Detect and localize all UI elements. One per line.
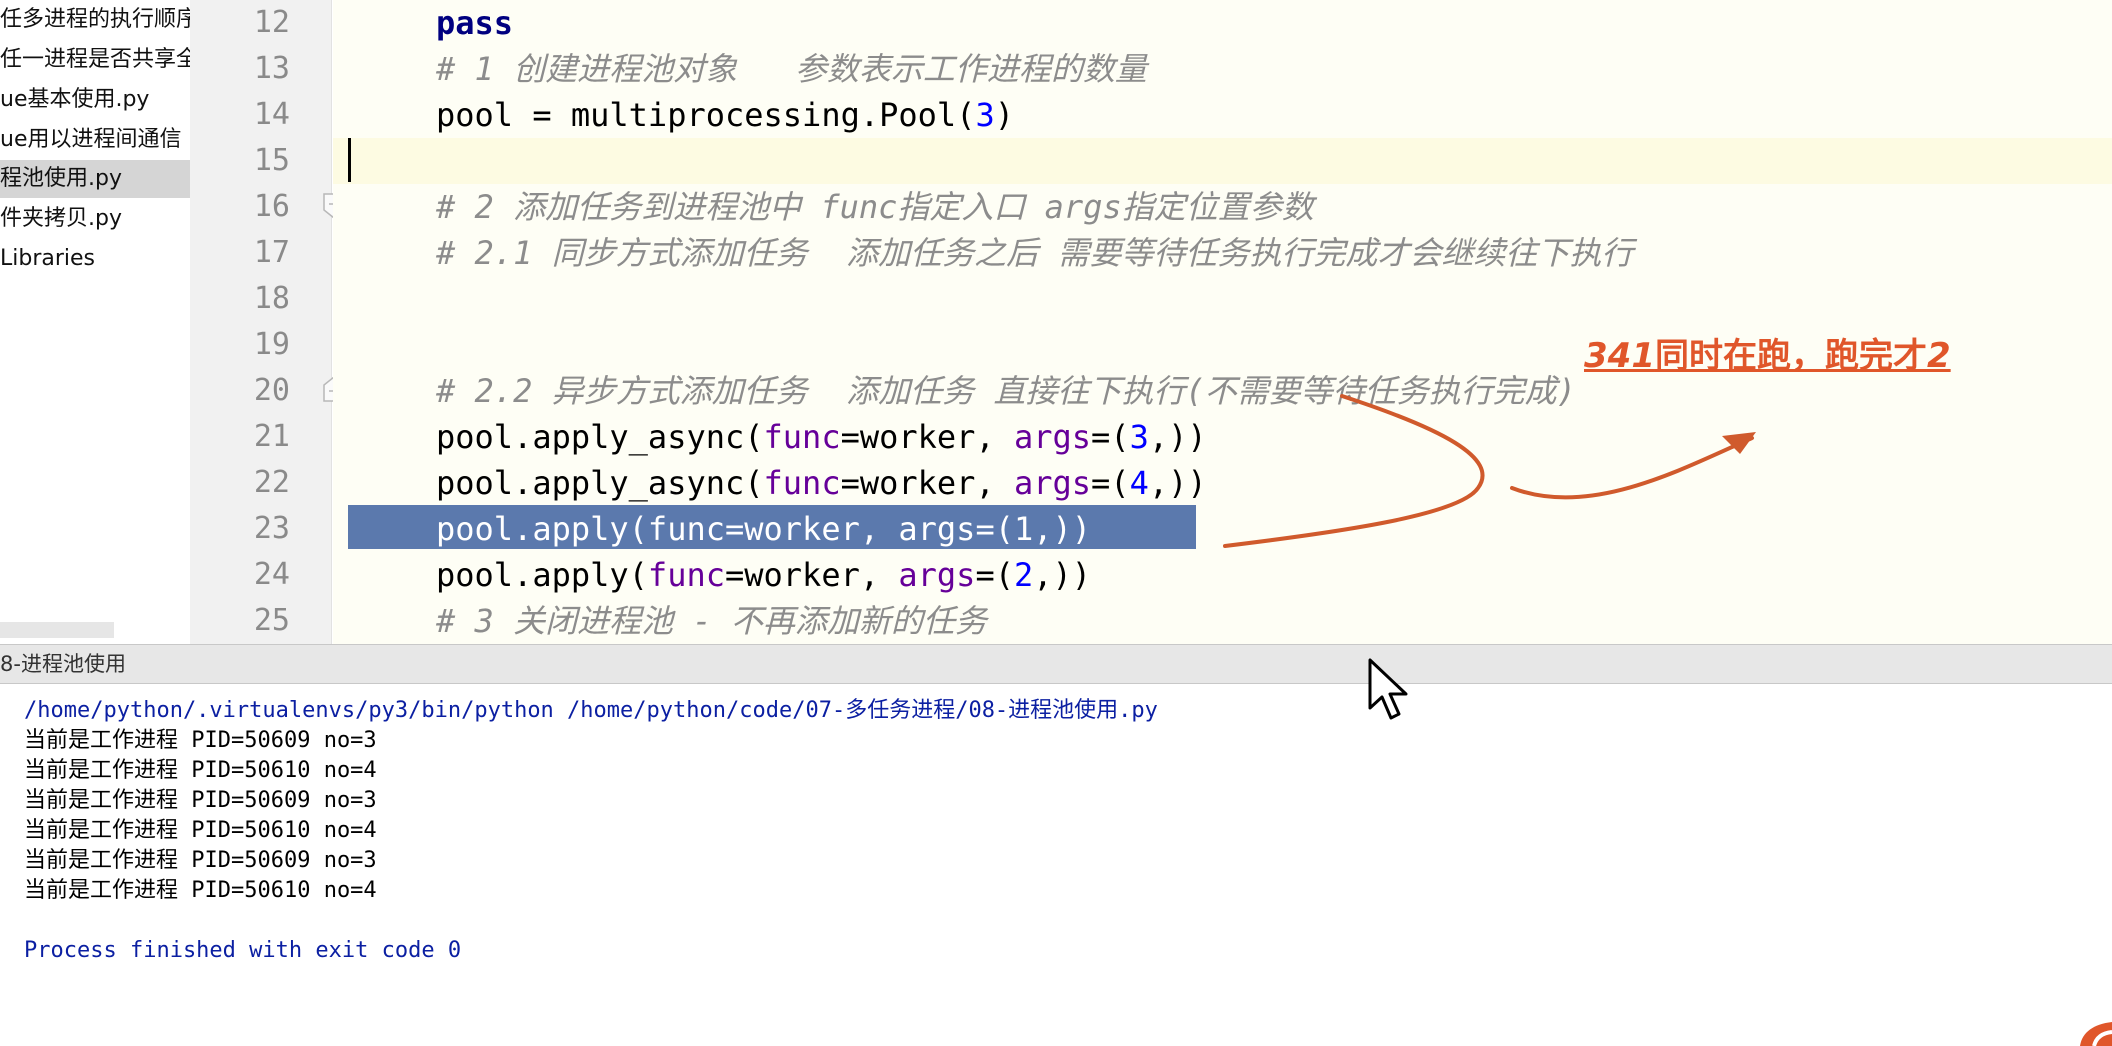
line-number: 24	[253, 557, 290, 592]
console-output-line: 当前是工作进程 PID=50610 no=4	[24, 818, 377, 843]
line-number: 23	[253, 511, 290, 546]
code-line-selected: pool.apply(func=worker, args=(1,))	[333, 506, 2112, 552]
sidebar-scrollbar[interactable]	[0, 622, 114, 638]
console-output-line: 当前是工作进程 PID=50609 no=3	[24, 728, 377, 753]
comment: # 1 创建进程池对象 参数表示工作进程的数量	[436, 50, 1147, 88]
line-number: 17	[253, 235, 290, 270]
param-name: func	[647, 556, 725, 594]
param-name: args	[898, 556, 976, 594]
code-text: )	[994, 96, 1014, 134]
corner-watermark-icon	[2080, 1022, 2112, 1046]
line-number: 15	[253, 143, 290, 178]
console-command: /home/python/.virtualenvs/py3/bin/python…	[24, 698, 1158, 723]
param-name: args	[1013, 464, 1092, 502]
line-number: 14	[253, 97, 290, 132]
tree-item[interactable]: 件夹拷贝.py	[0, 200, 190, 238]
run-console[interactable]: /home/python/.virtualenvs/py3/bin/python…	[0, 684, 2112, 1046]
code-text: =(	[975, 556, 1014, 594]
selected-code: pool.apply(func=worker, args=(1,))	[436, 510, 1092, 548]
comment: # 2 添加任务到进程池中 func指定入口 args指定位置参数	[436, 188, 1314, 226]
code-text: =worker,	[840, 418, 1014, 456]
comment: # 2.2 异步方式添加任务 添加任务 直接往下执行(不需要等待任务执行完成)	[436, 372, 1576, 410]
code-text: pool.apply(	[436, 556, 648, 594]
editor-gutter: 12 13 14 15 16 17 18 19 20 21 22 23 24 2…	[190, 0, 332, 644]
keyword: pass	[436, 4, 514, 42]
line-number: 12	[253, 5, 290, 40]
comment: # 2.1 同步方式添加任务 添加任务之后 需要等待任务执行完成才会继续往下执行	[436, 234, 1634, 272]
tree-item-libraries[interactable]: Libraries	[0, 240, 190, 278]
code-line: # 2 添加任务到进程池中 func指定入口 args指定位置参数	[333, 184, 2112, 230]
project-tree: 任多进程的执行顺序 任一进程是否共享全 ue基本使用.py ue用以进程间通信 …	[0, 0, 190, 644]
param-name: func	[763, 418, 841, 456]
code-text: =(	[1091, 418, 1130, 456]
run-panel-header[interactable]: 8-进程池使用	[0, 644, 2112, 684]
tree-item[interactable]: ue用以进程间通信	[0, 121, 190, 159]
run-tab-title[interactable]: 8-进程池使用	[0, 645, 126, 683]
line-number: 22	[253, 465, 290, 500]
code-line: pass	[333, 0, 2112, 46]
code-line: pool = multiprocessing.Pool(3)	[333, 92, 2112, 138]
line-number: 21	[253, 419, 290, 454]
line-number: 18	[253, 281, 290, 316]
code-editor[interactable]: pass # 1 创建进程池对象 参数表示工作进程的数量 pool = mult…	[333, 0, 2112, 644]
number-literal: 3	[975, 96, 995, 134]
number-literal: 3	[1129, 418, 1149, 456]
code-text: pool = multiprocessing.Pool(	[436, 96, 976, 134]
console-output-line: 当前是工作进程 PID=50609 no=3	[24, 788, 377, 813]
tree-item[interactable]: ue基本使用.py	[0, 81, 190, 119]
line-number: 13	[253, 51, 290, 86]
code-line: pool.apply(func=worker, args=(2,))	[333, 552, 2112, 598]
code-text: ,))	[1148, 418, 1207, 456]
line-number: 20	[253, 373, 290, 408]
tree-item[interactable]: 任多进程的执行顺序	[0, 1, 190, 39]
console-output-line: 当前是工作进程 PID=50610 no=4	[24, 878, 377, 903]
console-output-line: 当前是工作进程 PID=50609 no=3	[24, 848, 377, 873]
annotation-note: 341同时在跑，跑完才2	[1584, 336, 1951, 376]
code-line: # 3 关闭进程池 - 不再添加新的任务	[333, 598, 2112, 644]
param-name: func	[763, 464, 841, 502]
text-caret	[348, 138, 351, 182]
mouse-pointer-icon	[1368, 658, 1408, 720]
comment: # 3 关闭进程池 - 不再添加新的任务	[436, 602, 987, 640]
line-number: 25	[253, 603, 290, 638]
code-text: ,))	[1033, 556, 1092, 594]
console-output-line: 当前是工作进程 PID=50610 no=4	[24, 758, 377, 783]
line-number: 19	[253, 327, 290, 362]
number-literal: 4	[1129, 464, 1149, 502]
number-literal: 2	[1013, 556, 1034, 594]
code-line-current	[333, 138, 2112, 184]
code-line: pool.apply_async(func=worker, args=(4,))	[333, 460, 2112, 506]
code-text: pool.apply_async(	[436, 418, 764, 456]
code-line: pool.apply_async(func=worker, args=(3,))	[333, 414, 2112, 460]
tree-item-selected[interactable]: 程池使用.py	[0, 160, 190, 198]
code-line: # 1 创建进程池对象 参数表示工作进程的数量	[333, 46, 2112, 92]
code-text: ,))	[1148, 464, 1207, 502]
tree-item[interactable]: 任一进程是否共享全	[0, 41, 190, 79]
param-name: args	[1013, 418, 1092, 456]
code-text: pool.apply_async(	[436, 464, 764, 502]
code-text: =worker,	[724, 556, 899, 594]
code-text: =(	[1091, 464, 1130, 502]
console-exit-message: Process finished with exit code 0	[24, 938, 462, 963]
code-text: =worker,	[840, 464, 1014, 502]
line-number: 16	[253, 189, 290, 224]
code-line: # 2.1 同步方式添加任务 添加任务之后 需要等待任务执行完成才会继续往下执行	[333, 230, 2112, 276]
